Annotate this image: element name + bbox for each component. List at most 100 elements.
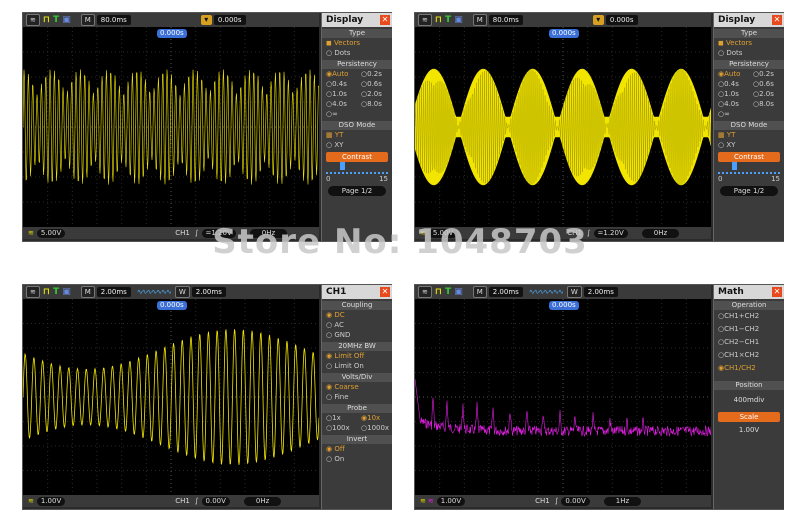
operation-header: Operation bbox=[714, 301, 784, 310]
persist-0.2s[interactable]: ○0.2s bbox=[749, 69, 784, 79]
coupling-header: Coupling bbox=[322, 301, 392, 310]
window-label: W bbox=[566, 286, 582, 298]
trigger-delay-value[interactable]: 0.000s bbox=[213, 15, 246, 25]
waveform-screen: 0.000s bbox=[23, 299, 319, 495]
dso-option-yt[interactable]: ▦ YT bbox=[714, 130, 784, 140]
persist-0.4s[interactable]: ○0.4s bbox=[322, 79, 357, 89]
scale-header: Scale bbox=[718, 412, 780, 422]
coupling-gnd[interactable]: ○ GND bbox=[322, 330, 392, 340]
run-state-icon: ⊓ bbox=[434, 15, 443, 25]
timebase-value[interactable]: 2.00ms bbox=[488, 287, 523, 297]
bw-limit-off[interactable]: ◉ Limit Off bbox=[322, 351, 392, 361]
page-indicator[interactable]: Page 1/2 bbox=[720, 186, 778, 196]
type-option-vectors[interactable]: ◼ Vectors bbox=[322, 38, 392, 48]
channel-volts[interactable]: 1.00V bbox=[36, 496, 66, 506]
bw-limit-on[interactable]: ○ Limit On bbox=[322, 361, 392, 371]
slider-handle[interactable] bbox=[732, 162, 737, 170]
op-div[interactable]: ◉CH1/CH2 bbox=[714, 362, 784, 375]
math-menu: Math ✕ Operation ○CH1+CH2 ○CH1−CH2 ○CH2−C… bbox=[713, 285, 784, 509]
persist-0.6s[interactable]: ○0.6s bbox=[749, 79, 784, 89]
trigger-delay-value[interactable]: 0.000s bbox=[605, 15, 638, 25]
persist-8.0s[interactable]: ○8.0s bbox=[749, 99, 784, 109]
zoom-window-icon: ∿∿∿∿∿∿∿ bbox=[528, 288, 564, 296]
rising-edge-icon: ∫ bbox=[194, 497, 199, 505]
window-timebase[interactable]: 2.00ms bbox=[191, 287, 226, 297]
type-option-vectors[interactable]: ◼ Vectors bbox=[714, 38, 784, 48]
probe-100x[interactable]: ○100x bbox=[322, 423, 357, 433]
op-add[interactable]: ○CH1+CH2 bbox=[714, 310, 784, 323]
close-icon[interactable]: ✕ bbox=[772, 287, 782, 297]
fft-trace bbox=[415, 299, 711, 495]
dso-option-yt[interactable]: ▦ YT bbox=[322, 130, 392, 140]
contrast-max: 15 bbox=[771, 175, 780, 183]
slider-handle[interactable] bbox=[340, 162, 345, 170]
vdiv-coarse[interactable]: ◉ Coarse bbox=[322, 382, 392, 392]
type-option-dots[interactable]: ○ Dots bbox=[714, 48, 784, 58]
persist-2.0s[interactable]: ○2.0s bbox=[357, 89, 392, 99]
persist-auto[interactable]: ◉Auto bbox=[714, 69, 749, 79]
ch1-menu: CH1 ✕ Coupling ◉ DC ○ AC ○ GND 20MHz BW ◉… bbox=[321, 285, 392, 509]
probe-10x[interactable]: ◉10x bbox=[357, 413, 392, 423]
op-sub2[interactable]: ○CH2−CH1 bbox=[714, 336, 784, 349]
type-option-dots[interactable]: ○ Dots bbox=[322, 48, 392, 58]
waveform-screen: 0.000s bbox=[23, 27, 319, 227]
contrast-slider[interactable] bbox=[326, 162, 388, 174]
timebase-value[interactable]: 80.0ms bbox=[488, 15, 523, 25]
contrast-max: 15 bbox=[379, 175, 388, 183]
trigger-level[interactable]: 0.00V bbox=[561, 496, 590, 506]
wave-icon: ≋ bbox=[26, 286, 40, 298]
dso-option-xy[interactable]: ○ XY bbox=[714, 140, 784, 150]
timebase-value[interactable]: 2.00ms bbox=[96, 287, 131, 297]
page-indicator[interactable]: Page 1/2 bbox=[328, 186, 386, 196]
window-timebase[interactable]: 2.00ms bbox=[583, 287, 618, 297]
persist-infinite[interactable]: ○∞ bbox=[322, 109, 392, 119]
top-status-bar: ≋ ⊓ T ▣ M 80.0ms ▾ 0.000s bbox=[415, 13, 711, 27]
dso-option-xy[interactable]: ○ XY bbox=[322, 140, 392, 150]
channel-volts[interactable]: 1.00V bbox=[436, 496, 466, 506]
bottom-status-bar: ≋ 1.00V CH1 ∫ 0.00V 0Hz bbox=[23, 495, 319, 507]
persistency-header: Persistency bbox=[322, 60, 392, 69]
op-mul[interactable]: ○CH1×CH2 bbox=[714, 349, 784, 362]
math-icon: ≋ bbox=[427, 497, 434, 505]
close-icon[interactable]: ✕ bbox=[772, 15, 782, 25]
trigger-level[interactable]: 0.00V bbox=[201, 496, 230, 506]
persist-8.0s[interactable]: ○8.0s bbox=[357, 99, 392, 109]
persist-auto[interactable]: ◉Auto bbox=[322, 69, 357, 79]
persist-4.0s[interactable]: ○4.0s bbox=[322, 99, 357, 109]
persist-0.2s[interactable]: ○0.2s bbox=[357, 69, 392, 79]
contrast-label: Contrast bbox=[326, 152, 388, 162]
scale-value[interactable]: 1.00V bbox=[714, 424, 784, 436]
vdiv-fine[interactable]: ○ Fine bbox=[322, 392, 392, 402]
scope-panel-2: ≋ ⊓ T ▣ M 80.0ms ▾ 0.000s 0.000s ≋ 5.00V… bbox=[414, 12, 784, 242]
top-status-bar: ≋ ⊓ T ▣ M 2.00ms ∿∿∿∿∿∿∿ W 2.00ms bbox=[23, 285, 319, 299]
close-icon[interactable]: ✕ bbox=[380, 287, 390, 297]
persist-0.4s[interactable]: ○0.4s bbox=[714, 79, 749, 89]
persist-infinite[interactable]: ○∞ bbox=[714, 109, 784, 119]
invert-off[interactable]: ◉ Off bbox=[322, 444, 392, 454]
persist-4.0s[interactable]: ○4.0s bbox=[714, 99, 749, 109]
invert-on[interactable]: ○ On bbox=[322, 454, 392, 464]
waveform-trace bbox=[23, 299, 319, 495]
frequency-readout: 1Hz bbox=[603, 496, 642, 506]
close-icon[interactable]: ✕ bbox=[380, 15, 390, 25]
timebase-value[interactable]: 80.0ms bbox=[96, 15, 131, 25]
probe-1000x[interactable]: ○1000x bbox=[357, 423, 392, 433]
position-header: Position bbox=[714, 381, 784, 390]
run-state-icon: ⊓ bbox=[42, 15, 51, 25]
trigger-icon: T bbox=[53, 287, 60, 297]
time-label: M bbox=[472, 286, 487, 298]
coupling-dc[interactable]: ◉ DC bbox=[322, 310, 392, 320]
trigger-icon: T bbox=[53, 15, 60, 25]
persist-0.6s[interactable]: ○0.6s bbox=[357, 79, 392, 89]
coupling-ac[interactable]: ○ AC bbox=[322, 320, 392, 330]
contrast-slider[interactable] bbox=[718, 162, 780, 174]
probe-1x[interactable]: ○1x bbox=[322, 413, 357, 423]
trigger-marker: 0.000s bbox=[549, 29, 579, 38]
op-sub1[interactable]: ○CH1−CH2 bbox=[714, 323, 784, 336]
wave-icon: ≋ bbox=[418, 286, 432, 298]
position-value[interactable]: 400mdiv bbox=[714, 394, 784, 406]
save-icon: ▣ bbox=[62, 15, 71, 25]
persist-2.0s[interactable]: ○2.0s bbox=[749, 89, 784, 99]
persist-1.0s[interactable]: ○1.0s bbox=[714, 89, 749, 99]
persist-1.0s[interactable]: ○1.0s bbox=[322, 89, 357, 99]
